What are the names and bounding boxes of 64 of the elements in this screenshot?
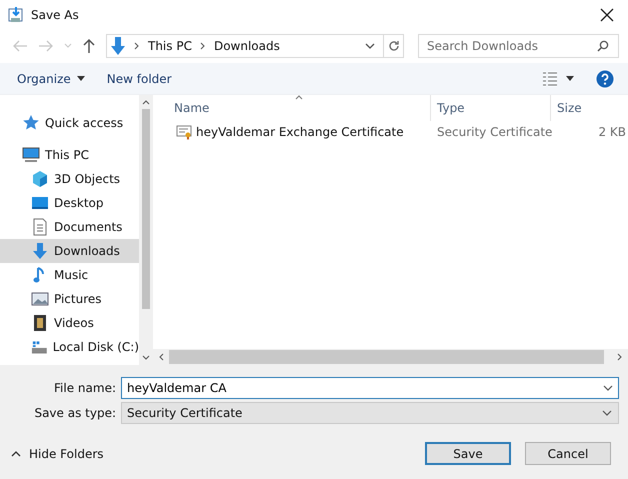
hide-folders-button[interactable]: Hide Folders	[11, 446, 104, 460]
field-label: File name:	[53, 381, 117, 395]
computer-icon	[22, 146, 40, 164]
dropdown-caret-icon	[603, 385, 613, 391]
chevron-icon	[200, 42, 206, 50]
sidebar-item[interactable]: Videos	[0, 311, 139, 335]
desktop-icon	[31, 194, 49, 212]
sidebar-item[interactable]: 3D Objects	[0, 167, 139, 191]
picture-icon	[31, 290, 49, 308]
search-icon	[597, 40, 609, 52]
scroll-down-icon	[142, 355, 150, 360]
certificate-icon	[176, 124, 192, 140]
scroll-thumb[interactable]	[169, 350, 604, 364]
cube-icon	[31, 170, 49, 188]
field-label: Save as type:	[33, 406, 117, 420]
help-icon[interactable]	[596, 70, 614, 88]
file-type: Security Certificate	[436, 125, 551, 139]
scroll-up-icon	[142, 100, 150, 105]
scroll-right-icon	[617, 353, 622, 361]
document-icon	[31, 218, 49, 236]
file-name-field[interactable]: heyValdemar CA	[121, 377, 619, 399]
sort-caret-icon	[295, 95, 303, 100]
breadcrumb[interactable]: Downloads	[214, 39, 280, 53]
search-field[interactable]: Search Downloads	[418, 34, 619, 58]
scroll-thumb[interactable]	[142, 109, 150, 309]
download-arrow-icon	[110, 37, 126, 55]
scrollbar[interactable]	[153, 349, 628, 365]
sidebar-item[interactable]: This PC	[0, 143, 139, 167]
star-icon	[22, 114, 40, 132]
sidebar-item[interactable]: Downloads	[0, 239, 139, 263]
new-folder-button[interactable]: New folder	[106, 72, 172, 86]
sidebar-item[interactable]: Local Disk (C:)	[0, 335, 139, 359]
chevron-icon	[134, 42, 140, 50]
dropdown-caret-icon[interactable]	[365, 42, 375, 50]
column-header[interactable]: Type	[431, 95, 551, 121]
sidebar-item[interactable]: Pictures	[0, 287, 139, 311]
scrollbar[interactable]	[139, 95, 153, 365]
column-header[interactable]: Name	[153, 95, 431, 121]
save-button[interactable]: Save	[425, 442, 511, 465]
view-options-icon[interactable]	[542, 72, 558, 86]
breadcrumb[interactable]: This PC	[148, 39, 192, 53]
file-type-dropdown[interactable]: Security Certificate	[121, 402, 619, 424]
cancel-button[interactable]: Cancel	[525, 442, 611, 465]
scroll-left-icon	[159, 353, 164, 361]
up-arrow-icon[interactable]	[82, 38, 96, 54]
dropdown-caret-icon	[76, 76, 85, 81]
address-bar[interactable]: This PC Downloads	[106, 34, 404, 58]
sidebar-item[interactable]: Music	[0, 263, 139, 287]
close-icon[interactable]	[600, 8, 614, 22]
dropdown-caret-icon	[602, 410, 612, 416]
refresh-icon	[388, 40, 400, 52]
sidebar-item[interactable]: Desktop	[0, 191, 139, 215]
chevron-up-icon	[11, 450, 21, 456]
sidebar-item[interactable]: Documents	[0, 215, 139, 239]
file-size: 2 KB	[597, 125, 627, 139]
dropdown-caret-icon[interactable]	[566, 76, 574, 81]
organize-menu[interactable]: Organize	[17, 72, 85, 86]
window-title: Save As	[31, 8, 79, 22]
sidebar-item[interactable]: Quick access	[0, 111, 139, 135]
column-header[interactable]: Size	[551, 95, 628, 121]
file-name[interactable]: heyValdemar Exchange Certificate	[196, 125, 404, 139]
download-arrow-icon	[31, 242, 49, 260]
save-icon	[7, 6, 25, 24]
film-icon	[31, 314, 49, 332]
